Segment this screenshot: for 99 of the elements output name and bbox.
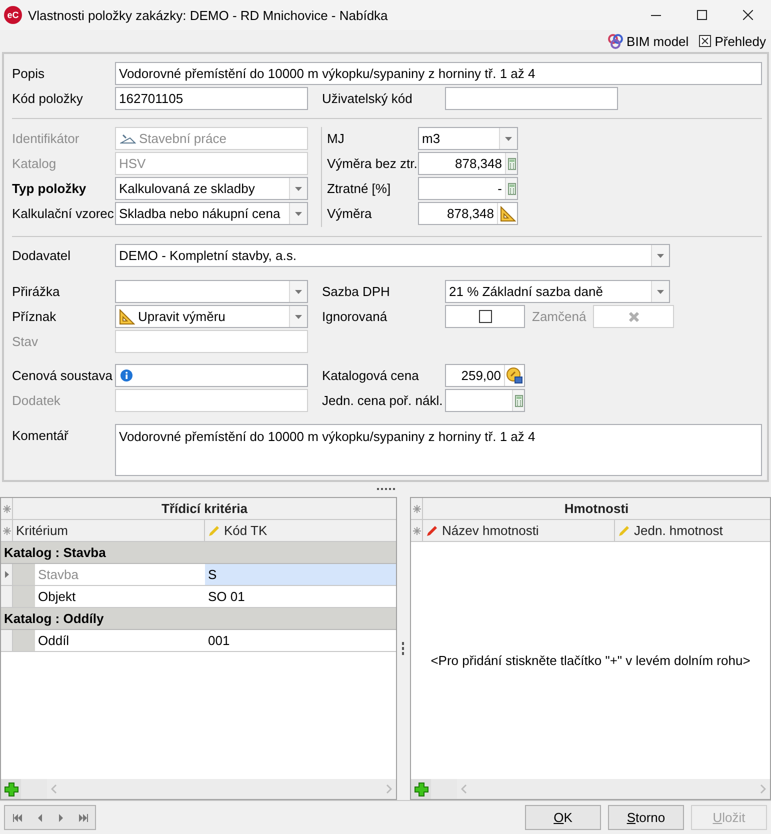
maximize-icon — [697, 10, 707, 20]
window-title: Vlastnosti položky zakázky: DEMO - RD Mnichovice - Nabídka — [28, 8, 389, 22]
horizontal-scrollbar[interactable] — [47, 779, 396, 799]
close-icon — [743, 10, 753, 20]
column-header[interactable]: Jedn. hmotnost — [615, 520, 770, 541]
caret-icon — [295, 290, 302, 294]
dropdown[interactable]: DEMO - Kompletní stavby, a.s. — [115, 244, 670, 267]
add-button[interactable] — [411, 779, 431, 799]
field-label: Uživatelský kód — [322, 91, 414, 106]
last-record-button[interactable] — [78, 814, 88, 822]
grid-title: Hmotnosti — [563, 500, 630, 518]
checkbox[interactable] — [478, 310, 492, 323]
next-icon — [58, 814, 62, 822]
field-label: Katalogová cena — [322, 368, 420, 383]
plus-icon — [4, 782, 18, 796]
field-label: Sazba DPH — [322, 284, 391, 299]
chevron-left-icon — [51, 784, 57, 794]
asterisk-icon — [2, 526, 10, 534]
horizontal-scrollbar[interactable] — [457, 779, 770, 799]
caret-icon — [295, 212, 302, 216]
number-field[interactable]: - — [418, 177, 518, 200]
dialog-button[interactable]: OK — [525, 805, 601, 830]
asterisk-icon — [412, 504, 420, 512]
splitter-handle — [377, 488, 397, 491]
group-row[interactable]: Katalog : Stavba — [1, 542, 396, 564]
toolbar-button[interactable]: Přehledy — [696, 34, 768, 48]
asterisk-icon — [412, 526, 420, 534]
column-header[interactable]: Kód TK — [205, 520, 396, 541]
field-label: Katalog — [12, 156, 58, 171]
field-label: Stav — [12, 334, 40, 349]
dropdown[interactable]: m3 — [418, 127, 518, 150]
field-label: Příznak — [12, 309, 58, 324]
row-pointer-icon — [4, 571, 8, 578]
caret-icon — [657, 254, 664, 258]
previous-icon — [38, 814, 42, 822]
column-header[interactable]: Název hmotnosti — [423, 520, 615, 541]
add-button[interactable] — [1, 779, 21, 799]
app-logo: eC — [4, 6, 22, 24]
field-label: Ignorovaná — [322, 309, 388, 324]
asterisk-icon — [2, 504, 10, 512]
toolbar-button[interactable]: BIM model — [606, 34, 691, 48]
caret-icon — [295, 314, 302, 318]
dialog-button[interactable]: Storno — [608, 805, 684, 830]
field-label: Kód položky — [12, 91, 84, 106]
field-label: Výměra bez ztr. — [327, 156, 418, 171]
dropdown[interactable]: 21 % Základní sazba daně — [445, 280, 670, 303]
dropdown[interactable]: Skladba nebo nákupní cena — [115, 202, 308, 225]
report-icon — [698, 35, 711, 47]
trowel-icon — [120, 134, 136, 144]
plus-icon — [414, 782, 428, 796]
field-label: Přirážka — [12, 284, 61, 299]
grid-title: Třídicí kritéria — [160, 500, 248, 518]
field-label: Identifikátor — [12, 131, 80, 146]
dropdown[interactable]: Kalkulovaná ze skladby — [115, 177, 308, 200]
field-label: Cenová soustava — [12, 368, 114, 383]
caret-icon — [657, 290, 664, 294]
calculator-icon — [508, 158, 516, 170]
chevron-right-icon — [760, 784, 766, 794]
number-field[interactable]: 259,00 — [445, 364, 525, 387]
first-record-button[interactable] — [12, 814, 22, 822]
next-record-button[interactable] — [58, 814, 62, 822]
last-icon — [78, 814, 88, 822]
field-label: Kalkulační vzorec — [12, 206, 115, 221]
bim-icon — [608, 34, 623, 48]
caret-icon — [505, 136, 512, 140]
field-label: Jedn. cena poř. nákl. — [322, 393, 444, 408]
empty-hint: <Pro přidání stiskněte tlačítko "+" v levém dolním rohu> — [430, 653, 750, 668]
coin-icon — [506, 367, 523, 384]
column-header[interactable]: Kritérium — [13, 520, 205, 541]
number-field[interactable]: 878,348 — [418, 152, 518, 175]
field-label: Zamčená — [532, 309, 586, 324]
chevron-right-icon — [386, 784, 392, 794]
dropdown[interactable] — [115, 280, 308, 303]
field-label: MJ — [327, 131, 346, 146]
info-icon — [120, 369, 133, 382]
text-field[interactable]: Vodorovné přemístění do 10000 m výkopku/sypaniny z horniny tř. 1 až 4 — [115, 62, 762, 85]
chevron-left-icon — [461, 784, 467, 794]
field-label: Typ položky — [12, 181, 88, 196]
text-field[interactable] — [445, 87, 618, 110]
field-label: Ztratné [%] — [327, 181, 392, 196]
cross-icon — [628, 310, 640, 322]
number-field[interactable] — [445, 389, 525, 412]
calculator-icon — [514, 394, 522, 406]
text-field[interactable] — [115, 364, 308, 387]
calculator-icon — [508, 182, 516, 194]
field-label: Dodavatel — [12, 248, 72, 263]
caret-icon — [295, 186, 302, 190]
first-icon — [12, 814, 22, 822]
field-label: Popis — [12, 66, 46, 81]
field-label: Komentář — [12, 427, 70, 443]
splitter-handle — [402, 642, 405, 656]
group-row[interactable]: Katalog : Oddíly — [1, 608, 396, 630]
previous-record-button[interactable] — [38, 814, 42, 822]
comment-field[interactable]: Vodorovné přemístění do 10000 m výkopku/sypaniny z horniny tř. 1 až 4 — [115, 424, 762, 476]
field-label: Výměra — [327, 206, 373, 221]
number-field[interactable]: 878,348 — [418, 202, 518, 225]
text-field[interactable]: 162701105 — [115, 87, 308, 110]
dropdown[interactable]: Upravit výměru — [115, 305, 308, 328]
field-label: Dodatek — [12, 393, 62, 408]
